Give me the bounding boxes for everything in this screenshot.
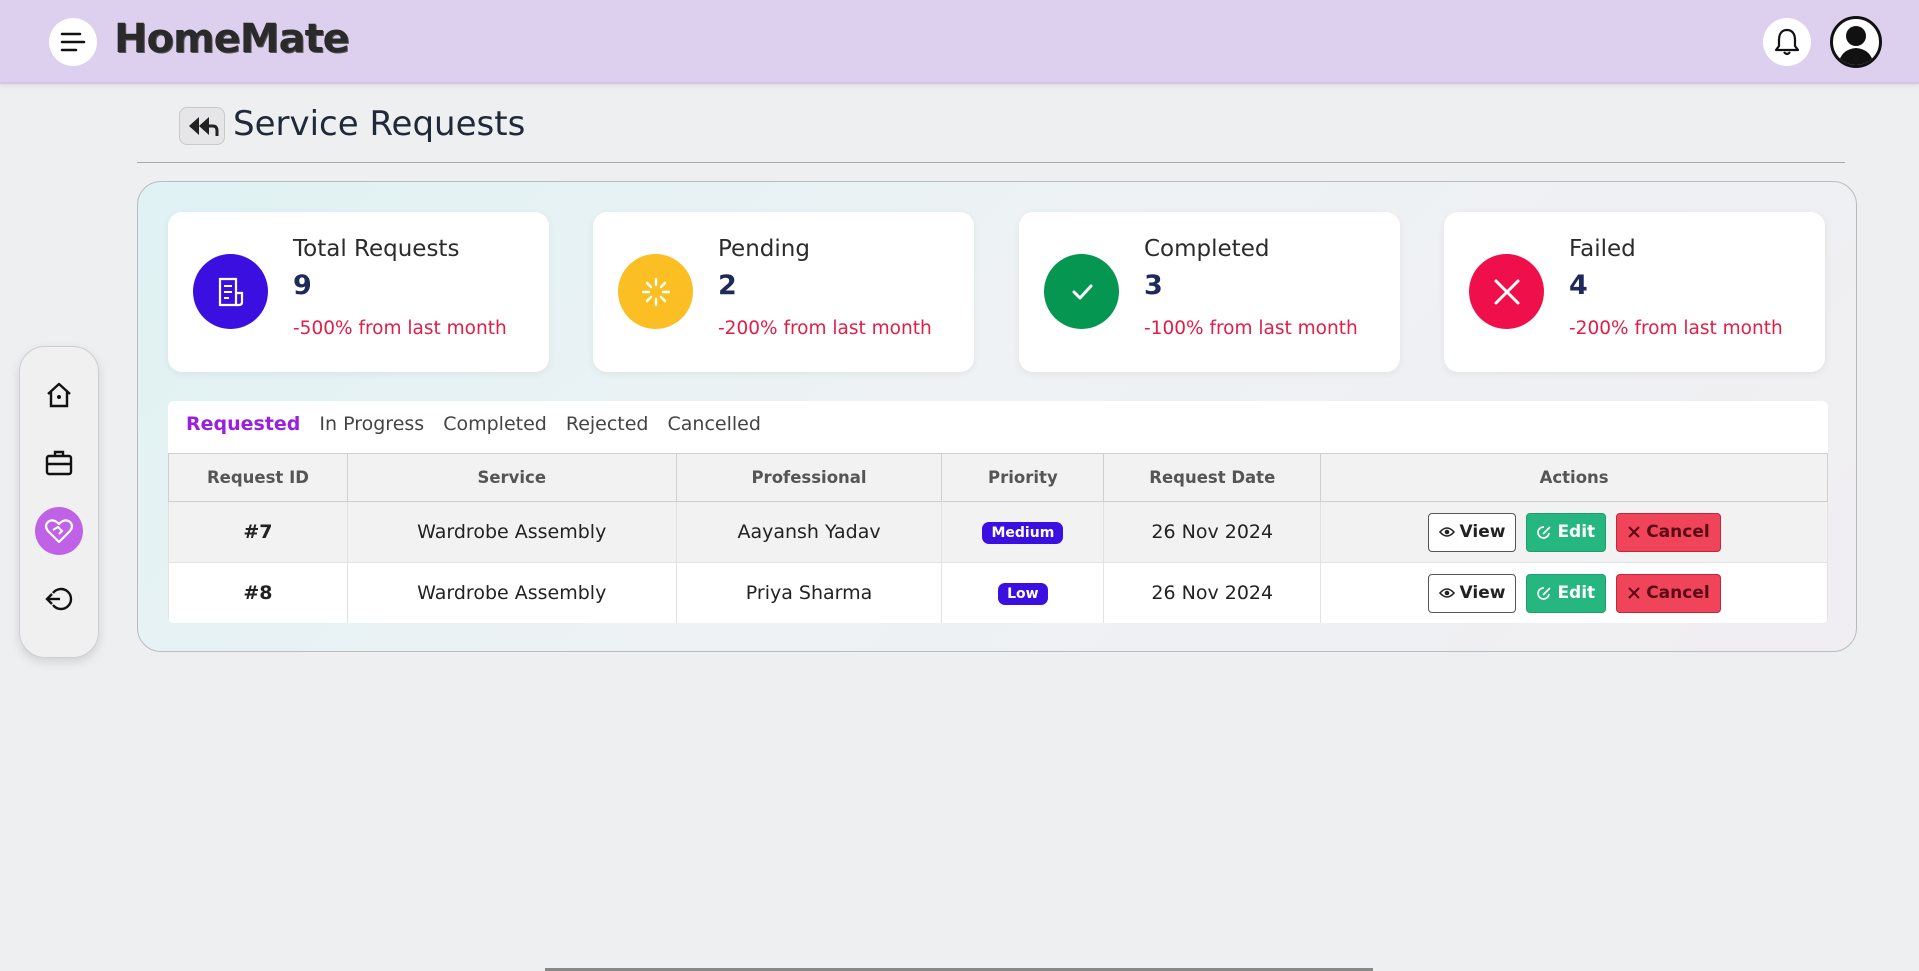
edit-label: Edit [1557, 522, 1596, 542]
table-row: #7 Wardrobe Assembly Aayansh Yadav Mediu… [168, 501, 1828, 563]
col-priority: Priority [941, 453, 1105, 502]
request-id: #8 [168, 562, 348, 623]
stat-change: -200% from last month [1569, 318, 1783, 339]
eye-icon [1438, 588, 1455, 598]
stat-icon-pending [618, 254, 693, 329]
edit-label: Edit [1557, 583, 1596, 603]
col-professional: Professional [675, 453, 943, 502]
nav-home[interactable] [35, 371, 83, 419]
table-row: #8 Wardrobe Assembly Priya Sharma Low 26… [168, 562, 1828, 623]
requests-table: Request ID Service Professional Priority… [168, 453, 1828, 623]
double-arrow-back-icon [189, 117, 219, 136]
actions-cell: View Edit Cancel [1320, 501, 1828, 563]
actions-cell: View Edit Cancel [1320, 562, 1828, 623]
stat-value: 4 [1569, 270, 1588, 301]
stat-change: -100% from last month [1144, 318, 1358, 339]
status-tabs: Requested In Progress Completed Rejected… [186, 413, 761, 435]
top-bar: HomeMate [0, 0, 1919, 84]
service-name: Wardrobe Assembly [346, 562, 677, 623]
priority-cell: Medium [941, 501, 1105, 563]
service-name: Wardrobe Assembly [346, 501, 677, 563]
stat-label: Pending [718, 236, 810, 262]
professional-name: Priya Sharma [675, 562, 943, 623]
back-button[interactable] [179, 107, 225, 145]
view-button[interactable]: View [1427, 573, 1517, 613]
view-button[interactable]: View [1427, 512, 1517, 552]
nav-requests[interactable] [35, 507, 83, 555]
nav-services[interactable] [35, 439, 83, 487]
stat-label: Completed [1144, 236, 1270, 262]
user-avatar-icon [1838, 26, 1874, 65]
stat-card-total: Total Requests 9 -500% from last month [168, 212, 549, 372]
stat-icon-completed [1044, 254, 1119, 329]
stat-icon-total [193, 254, 268, 329]
eye-icon [1438, 527, 1455, 537]
tab-rejected[interactable]: Rejected [566, 413, 649, 435]
stat-label: Failed [1569, 236, 1636, 262]
edit-icon [1537, 525, 1552, 539]
stat-change: -200% from last month [718, 318, 932, 339]
cancel-label: Cancel [1646, 583, 1710, 603]
tab-in-progress[interactable]: In Progress [319, 413, 424, 435]
cancel-label: Cancel [1646, 522, 1710, 542]
stat-value: 9 [293, 270, 312, 301]
cancel-button[interactable]: Cancel [1616, 512, 1721, 552]
view-label: View [1459, 583, 1506, 603]
heart-handshake-icon [44, 519, 74, 544]
close-icon [1628, 526, 1640, 538]
requests-panel: Total Requests 9 -500% from last month P… [137, 181, 1857, 652]
document-icon [218, 277, 243, 306]
col-request-date: Request Date [1103, 453, 1322, 502]
stat-value: 2 [718, 270, 737, 301]
col-actions: Actions [1320, 453, 1828, 502]
professional-name: Aayansh Yadav [675, 501, 943, 563]
page-title: Service Requests [233, 104, 526, 144]
menu-button[interactable] [49, 18, 97, 66]
stat-card-pending: Pending 2 -200% from last month [593, 212, 974, 372]
view-label: View [1459, 522, 1506, 542]
logout-icon [45, 587, 73, 611]
stat-value: 3 [1144, 270, 1163, 301]
stat-icon-failed [1469, 254, 1544, 329]
menu-icon [60, 32, 86, 52]
notifications-button[interactable] [1763, 18, 1811, 66]
edit-icon [1537, 586, 1552, 600]
request-date: 26 Nov 2024 [1103, 501, 1322, 563]
close-icon [1628, 587, 1640, 599]
stat-change: -500% from last month [293, 318, 507, 339]
priority-badge: Medium [982, 522, 1064, 544]
requests-table-card: Requested In Progress Completed Rejected… [168, 401, 1828, 623]
priority-badge: Low [998, 583, 1048, 605]
priority-cell: Low [941, 562, 1105, 623]
stat-label: Total Requests [293, 236, 460, 262]
tab-requested[interactable]: Requested [186, 413, 300, 435]
check-icon [1072, 284, 1092, 299]
loader-icon [641, 277, 670, 306]
bell-icon [1774, 28, 1800, 56]
col-service: Service [346, 453, 677, 502]
stat-card-failed: Failed 4 -200% from last month [1444, 212, 1825, 372]
request-date: 26 Nov 2024 [1103, 562, 1322, 623]
avatar[interactable] [1830, 16, 1882, 68]
stat-card-completed: Completed 3 -100% from last month [1019, 212, 1400, 372]
table-header-row: Request ID Service Professional Priority… [168, 453, 1828, 502]
home-icon [47, 382, 71, 408]
request-id: #7 [168, 501, 348, 563]
divider [137, 162, 1845, 163]
x-icon [1494, 279, 1519, 304]
cancel-button[interactable]: Cancel [1616, 573, 1721, 613]
col-request-id: Request ID [168, 453, 348, 502]
tab-cancelled[interactable]: Cancelled [668, 413, 761, 435]
brand-logo[interactable]: HomeMate [114, 16, 350, 62]
briefcase-icon [45, 450, 73, 476]
edit-button[interactable]: Edit [1526, 512, 1607, 552]
side-nav [19, 346, 99, 658]
edit-button[interactable]: Edit [1526, 573, 1607, 613]
tab-completed[interactable]: Completed [443, 413, 547, 435]
nav-logout[interactable] [35, 575, 83, 623]
